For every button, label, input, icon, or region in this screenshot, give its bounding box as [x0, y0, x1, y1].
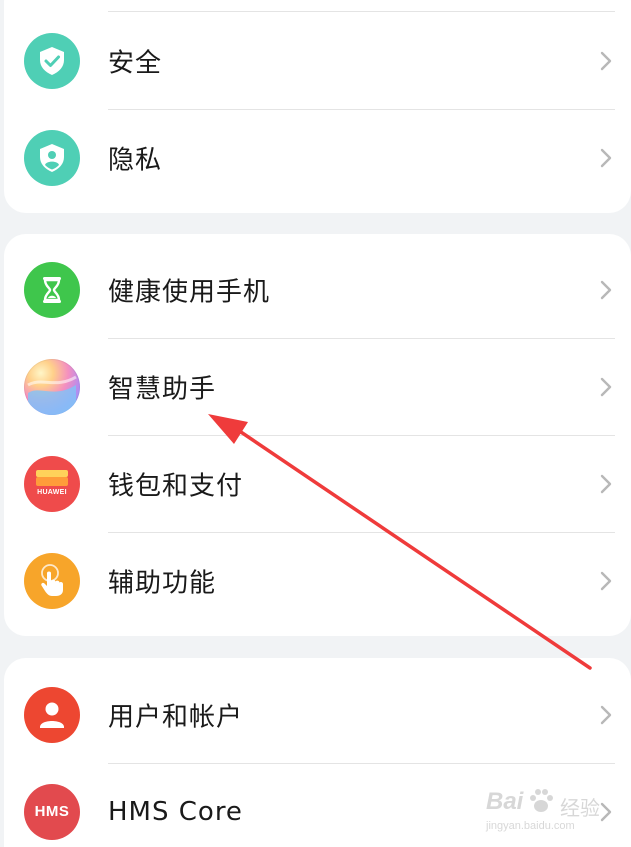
user-icon [24, 686, 80, 743]
settings-item-label: 辅助功能 [108, 568, 217, 598]
chevron-right-icon [600, 474, 612, 493]
hourglass-icon [24, 261, 80, 318]
settings-item-wallet[interactable]: HUAWEI 钱包和支付 [4, 435, 631, 532]
settings-group-2: 健康使用手机 智慧助手 HUAWEI 钱包和支付 辅助功能 [4, 234, 631, 636]
settings-item-security[interactable]: 安全 [4, 12, 631, 109]
chevron-right-icon [600, 280, 612, 299]
settings-item-label: 安全 [108, 48, 163, 78]
chevron-right-icon [600, 377, 612, 396]
baidu-watermark: Bai 经验 jingyan.baidu.com [486, 784, 626, 838]
watermark-brand: Bai [486, 788, 524, 815]
settings-item-label: 隐私 [108, 145, 163, 175]
settings-item-label: 健康使用手机 [108, 277, 271, 307]
settings-group-1: 安全 隐私 [4, 0, 631, 213]
settings-item-privacy[interactable]: 隐私 [4, 109, 631, 206]
chevron-right-icon [600, 148, 612, 167]
chevron-right-icon [600, 705, 612, 724]
settings-item-smart-assistant[interactable]: 智慧助手 [4, 338, 631, 435]
shield-check-icon [24, 32, 80, 89]
hand-pointer-icon [24, 552, 80, 609]
hms-icon-text: HMS [34, 803, 70, 820]
celia-orb-icon [24, 358, 80, 415]
settings-item-users-accounts[interactable]: 用户和帐户 [4, 666, 631, 763]
settings-item-label: 智慧助手 [108, 374, 217, 404]
settings-item-label: HMS Core [108, 796, 243, 827]
chevron-right-icon [600, 571, 612, 590]
settings-item-label: 钱包和支付 [108, 471, 244, 501]
watermark-brand-cn: 经验 [560, 798, 600, 820]
settings-item-accessibility[interactable]: 辅助功能 [4, 532, 631, 629]
wallet-brand-text: HUAWEI [37, 488, 67, 496]
settings-item-label: 用户和帐户 [108, 702, 244, 732]
chevron-right-icon [600, 51, 612, 70]
shield-person-icon [24, 129, 80, 186]
hms-icon: HMS [24, 783, 80, 840]
settings-item-digital-balance[interactable]: 健康使用手机 [4, 241, 631, 338]
huawei-wallet-icon: HUAWEI [24, 455, 80, 512]
paw-icon [530, 789, 553, 812]
watermark-url: jingyan.baidu.com [486, 820, 575, 832]
